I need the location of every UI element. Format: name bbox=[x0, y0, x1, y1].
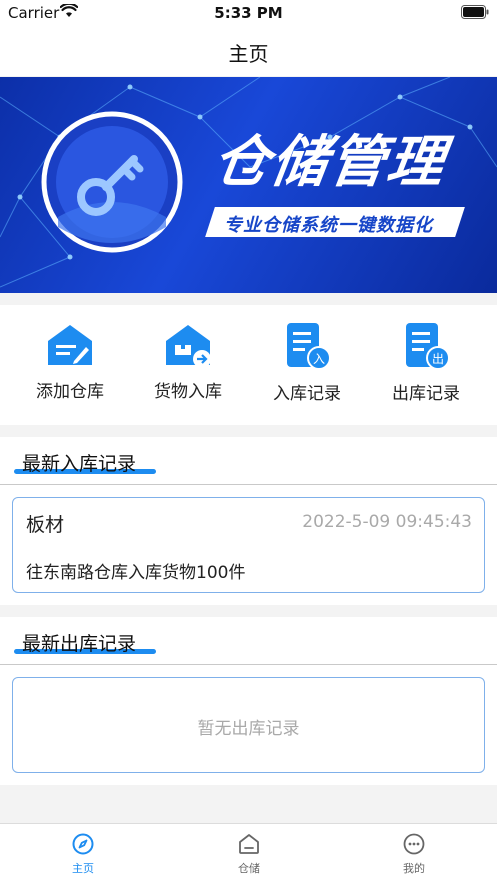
outbound-records-button[interactable]: 出 出库记录 bbox=[371, 315, 481, 415]
banner-subtitle: 专业仓储系统一键数据化 bbox=[224, 215, 433, 236]
inbound-records-icon: 入 bbox=[287, 323, 331, 370]
tab-bar: 主页 仓储 我的 bbox=[0, 823, 497, 883]
add-warehouse-icon bbox=[48, 325, 92, 365]
quick-menu: 添加仓库 货物入库 入 入库记录 出 出库记录 bbox=[0, 305, 497, 425]
svg-text:出: 出 bbox=[432, 352, 444, 366]
warehouse-icon bbox=[239, 834, 259, 854]
tab-home[interactable]: 主页 bbox=[0, 832, 166, 876]
goods-inbound-icon bbox=[166, 325, 211, 368]
battery-icon bbox=[461, 5, 489, 19]
menu-label-inbound-records: 入库记录 bbox=[273, 384, 341, 404]
inbound-record-card[interactable]: 板材 2022-5-09 09:45:43 往东南路仓库入库货物100件 bbox=[12, 497, 485, 593]
clock: 5:33 PM bbox=[214, 4, 283, 22]
tab-profile[interactable]: 我的 bbox=[331, 832, 497, 876]
latest-outbound-section: 最新出库记录 暂无出库记录 bbox=[0, 617, 497, 785]
tab-warehouse[interactable]: 仓储 bbox=[166, 832, 332, 876]
menu-label-goods-inbound: 货物入库 bbox=[154, 382, 222, 402]
svg-text:入: 入 bbox=[313, 352, 325, 366]
status-bar: Carrier 5:33 PM bbox=[0, 0, 497, 26]
section-title-outbound: 最新出库记录 bbox=[22, 633, 137, 655]
more-icon bbox=[403, 833, 425, 855]
banner[interactable]: 仓储管理 专业仓储系统一键数据化 bbox=[0, 77, 497, 293]
record-time: 2022-5-09 09:45:43 bbox=[302, 512, 472, 532]
compass-icon bbox=[72, 833, 94, 855]
tab-label-warehouse: 仓储 bbox=[238, 862, 260, 875]
tab-label-home: 主页 bbox=[72, 862, 94, 875]
section-header: 最新入库记录 bbox=[0, 437, 497, 485]
outbound-records-icon: 出 bbox=[406, 323, 450, 370]
banner-title: 仓储管理 bbox=[208, 129, 451, 195]
goods-inbound-button[interactable]: 货物入库 bbox=[133, 315, 243, 415]
menu-label-add-warehouse: 添加仓库 bbox=[36, 382, 104, 402]
record-description: 往东南路仓库入库货物100件 bbox=[26, 563, 246, 583]
inbound-records-button[interactable]: 入 入库记录 bbox=[252, 315, 362, 415]
empty-state-text: 暂无出库记录 bbox=[197, 719, 300, 739]
add-warehouse-button[interactable]: 添加仓库 bbox=[15, 315, 125, 415]
record-name: 板材 bbox=[26, 514, 65, 536]
tab-label-profile: 我的 bbox=[403, 862, 425, 875]
page-title: 主页 bbox=[228, 42, 269, 66]
navigation-bar: 主页 bbox=[0, 26, 497, 76]
key-icon bbox=[77, 155, 144, 216]
latest-inbound-section: 最新入库记录 板材 2022-5-09 09:45:43 往东南路仓库入库货物1… bbox=[0, 437, 497, 605]
section-header: 最新出库记录 bbox=[0, 617, 497, 665]
section-title-inbound: 最新入库记录 bbox=[22, 453, 137, 475]
outbound-empty-card: 暂无出库记录 bbox=[12, 677, 485, 773]
menu-label-outbound-records: 出库记录 bbox=[392, 384, 460, 404]
